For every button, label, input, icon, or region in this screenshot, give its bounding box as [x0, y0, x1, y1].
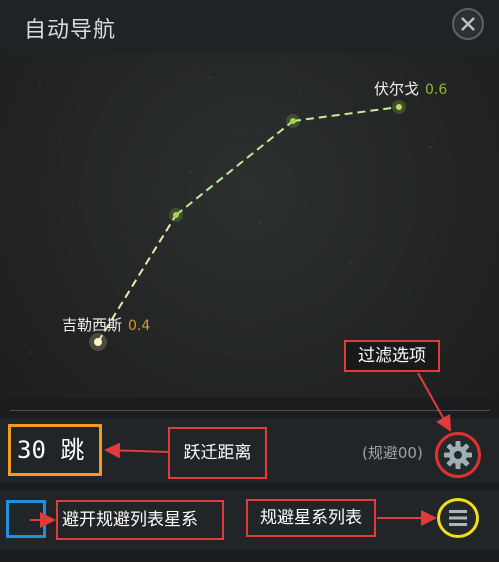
gear-icon: [444, 441, 472, 469]
avoid-list-checkbox[interactable]: [6, 500, 46, 538]
window-title: 自动导航: [24, 18, 117, 43]
background-stars: [29, 76, 451, 353]
destination-security: 0.6: [425, 82, 448, 98]
close-icon: [461, 17, 475, 31]
route-line: [97, 106, 400, 343]
annotation-avoid-list: 规避星系列表: [246, 499, 376, 537]
close-button[interactable]: [452, 8, 484, 40]
avoid-list-button[interactable]: [437, 498, 479, 538]
origin-system-label[interactable]: 吉勒西斯 0.4: [62, 314, 150, 335]
jump-count: 30 跳: [8, 424, 102, 476]
origin-security: 0.4: [128, 318, 151, 334]
annotation-filter-options: 过滤选项: [344, 340, 440, 372]
avoid-list-toggle-label[interactable]: 避开规避列表星系: [56, 500, 224, 540]
divider: [10, 410, 490, 411]
origin-system-name: 吉勒西斯: [62, 316, 123, 334]
destination-system-name: 伏尔戈: [374, 80, 420, 98]
annotation-jump-distance: 跃迁距离: [168, 427, 267, 479]
destination-system-label[interactable]: 伏尔戈 0.6: [374, 78, 447, 99]
avoid-count-label: (规避00): [362, 444, 423, 462]
filter-options-button[interactable]: [435, 432, 481, 478]
list-icon: [449, 510, 467, 526]
